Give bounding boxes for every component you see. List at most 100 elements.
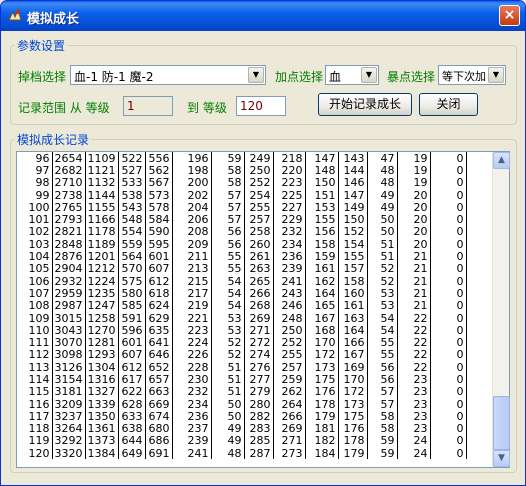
table-row[interactable]: 102 2821 1178 554 590 208 56 258 232 156 152 50 20 0 <box>17 225 467 239</box>
point-select[interactable]: 血 ▼ <box>325 65 379 85</box>
table-cell: 3209 <box>52 397 86 411</box>
table-cell: 58 <box>211 176 245 189</box>
table-cell: 584 <box>145 213 173 226</box>
table-cell: 236 <box>273 250 306 263</box>
table-row[interactable]: 109 3015 1258 591 629 221 53 269 248 167 163 54 22 0 <box>17 311 467 325</box>
table-cell: 51 <box>211 385 245 398</box>
table-cell: 2793 <box>52 213 86 226</box>
table-cell: 23 <box>397 385 431 398</box>
table-row[interactable]: 106 2932 1224 575 612 215 54 265 241 162 158 52 21 0 <box>17 274 467 288</box>
table-row[interactable]: 96 2654 1109 522 556 196 59 249 218 147 143 47 19 0 <box>17 152 467 165</box>
table-cell: 629 <box>145 311 173 325</box>
table-row[interactable]: 118 3264 1361 638 680 237 49 283 269 181 176 58 23 0 <box>17 422 467 435</box>
table-cell: 522 <box>118 152 146 165</box>
table-row[interactable]: 100 2765 1155 543 578 204 57 255 227 153 149 49 20 0 <box>17 201 467 214</box>
table-row[interactable]: 108 2987 1247 585 624 219 54 268 246 165 161 53 21 0 <box>17 299 467 312</box>
chevron-down-icon[interactable]: ▼ <box>488 67 504 83</box>
table-cell: 170 <box>305 336 339 349</box>
table-cell: 104 <box>17 250 53 263</box>
table-cell: 21 <box>397 299 431 312</box>
title-bar[interactable]: 模拟成长 × <box>1 1 525 31</box>
table-row[interactable]: 99 2738 1144 538 573 202 57 254 225 151 147 49 20 0 <box>17 188 467 202</box>
table-cell: 258 <box>244 225 274 239</box>
table-cell: 272 <box>244 336 274 349</box>
table-cell: 624 <box>145 299 173 312</box>
table-cell: 105 <box>17 262 53 275</box>
table-row[interactable]: 119 3292 1373 644 686 239 49 285 271 182 178 59 24 0 <box>17 434 467 448</box>
table-cell: 106 <box>17 274 53 288</box>
table-row[interactable]: 101 2793 1166 548 584 206 57 257 229 155 150 50 20 0 <box>17 213 467 226</box>
table-row[interactable]: 111 3070 1281 601 641 224 52 272 252 170 166 55 22 0 <box>17 336 467 349</box>
table-cell: 50 <box>367 213 398 226</box>
table-cell: 57 <box>211 188 245 202</box>
table-row[interactable]: 97 2682 1121 527 562 198 58 250 220 148 144 48 19 0 <box>17 164 467 177</box>
table-cell: 53 <box>367 299 398 312</box>
table-row[interactable]: 98 2710 1132 533 567 200 58 252 223 150 146 48 19 0 <box>17 176 467 189</box>
table-cell: 3015 <box>52 311 86 325</box>
scroll-thumb[interactable] <box>493 396 510 450</box>
table-cell: 48 <box>367 176 398 189</box>
table-row[interactable]: 112 3098 1293 607 646 226 52 274 255 172 167 55 22 0 <box>17 348 467 362</box>
table-cell: 54 <box>211 287 245 300</box>
table-row[interactable]: 117 3237 1350 633 674 236 50 282 266 179 175 58 23 0 <box>17 410 467 423</box>
table-cell: 48 <box>367 164 398 177</box>
table-cell: 657 <box>145 373 173 386</box>
table-cell: 1178 <box>85 225 119 239</box>
table-cell: 261 <box>244 250 274 263</box>
scroll-up-icon[interactable]: ▲ <box>493 152 510 169</box>
table-cell: 172 <box>305 348 339 362</box>
table-cell: 3320 <box>52 447 86 460</box>
table-cell: 178 <box>338 434 368 448</box>
table-cell: 19 <box>397 164 431 177</box>
table-cell: 108 <box>17 299 53 312</box>
start-record-button[interactable]: 开始记录成长 <box>318 93 412 116</box>
table-cell: 116 <box>17 397 53 411</box>
table-cell: 527 <box>118 164 146 177</box>
table-cell: 241 <box>172 447 212 460</box>
table-cell: 54 <box>367 311 398 325</box>
table-row[interactable]: 116 3209 1339 628 669 234 50 280 264 178 173 57 23 0 <box>17 397 467 411</box>
to-level-field[interactable]: 120 <box>236 96 286 116</box>
table-cell: 55 <box>211 250 245 263</box>
table-cell: 167 <box>338 348 368 362</box>
table-cell: 152 <box>338 225 368 239</box>
drop-select[interactable]: 血-1 防-1 魔-2 ▼ <box>70 65 266 85</box>
table-cell: 250 <box>273 324 306 337</box>
records-list[interactable]: 96 2654 1109 522 556 196 59 249 218 147 143 47 19 0 97… <box>16 151 510 468</box>
close-button[interactable]: 关闭 <box>419 93 478 116</box>
table-cell: 601 <box>118 336 146 349</box>
table-cell: 22 <box>397 311 431 325</box>
table-cell: 3154 <box>52 373 86 386</box>
table-cell: 21 <box>397 262 431 275</box>
table-row[interactable]: 120 3320 1384 649 691 241 48 287 273 184 179 59 24 0 <box>17 447 467 460</box>
from-level-field[interactable]: 1 <box>123 96 173 116</box>
table-cell: 590 <box>145 225 173 239</box>
chevron-down-icon[interactable]: ▼ <box>361 67 377 83</box>
table-row[interactable]: 114 3154 1316 617 657 230 51 277 259 175 170 56 23 0 <box>17 373 467 386</box>
table-cell: 50 <box>367 225 398 239</box>
table-cell: 154 <box>338 238 368 251</box>
crit-select[interactable]: 等下次加 ▼ <box>438 65 506 85</box>
table-row[interactable]: 110 3043 1270 596 635 223 53 271 250 168 164 54 22 0 <box>17 324 467 337</box>
table-row[interactable]: 115 3181 1327 622 663 232 51 279 262 176 172 57 23 0 <box>17 385 467 398</box>
close-window-button[interactable]: × <box>499 5 520 26</box>
table-row[interactable]: 107 2959 1235 580 618 217 54 266 243 164 160 53 21 0 <box>17 287 467 300</box>
table-row[interactable]: 104 2876 1201 564 601 211 55 261 236 159 155 51 21 0 <box>17 250 467 263</box>
table-row[interactable]: 105 2904 1212 570 607 213 55 263 239 161 157 52 21 0 <box>17 262 467 275</box>
table-cell: 0 <box>430 152 467 165</box>
table-row[interactable]: 113 3126 1304 612 652 228 51 276 257 173 169 56 22 0 <box>17 361 467 374</box>
vertical-scrollbar[interactable]: ▲ ▼ <box>492 152 510 467</box>
table-cell: 1361 <box>85 422 119 435</box>
table-cell: 0 <box>430 373 467 386</box>
table-row[interactable]: 103 2848 1189 559 595 209 56 260 234 158 154 51 20 0 <box>17 238 467 251</box>
table-cell: 1270 <box>85 324 119 337</box>
chevron-down-icon[interactable]: ▼ <box>248 67 264 83</box>
scroll-down-icon[interactable]: ▼ <box>493 450 510 467</box>
table-cell: 646 <box>145 348 173 362</box>
table-cell: 54 <box>211 299 245 312</box>
table-cell: 243 <box>273 287 306 300</box>
table-cell: 228 <box>172 361 212 374</box>
table-cell: 170 <box>338 373 368 386</box>
table-cell: 56 <box>367 373 398 386</box>
table-cell: 56 <box>211 225 245 239</box>
